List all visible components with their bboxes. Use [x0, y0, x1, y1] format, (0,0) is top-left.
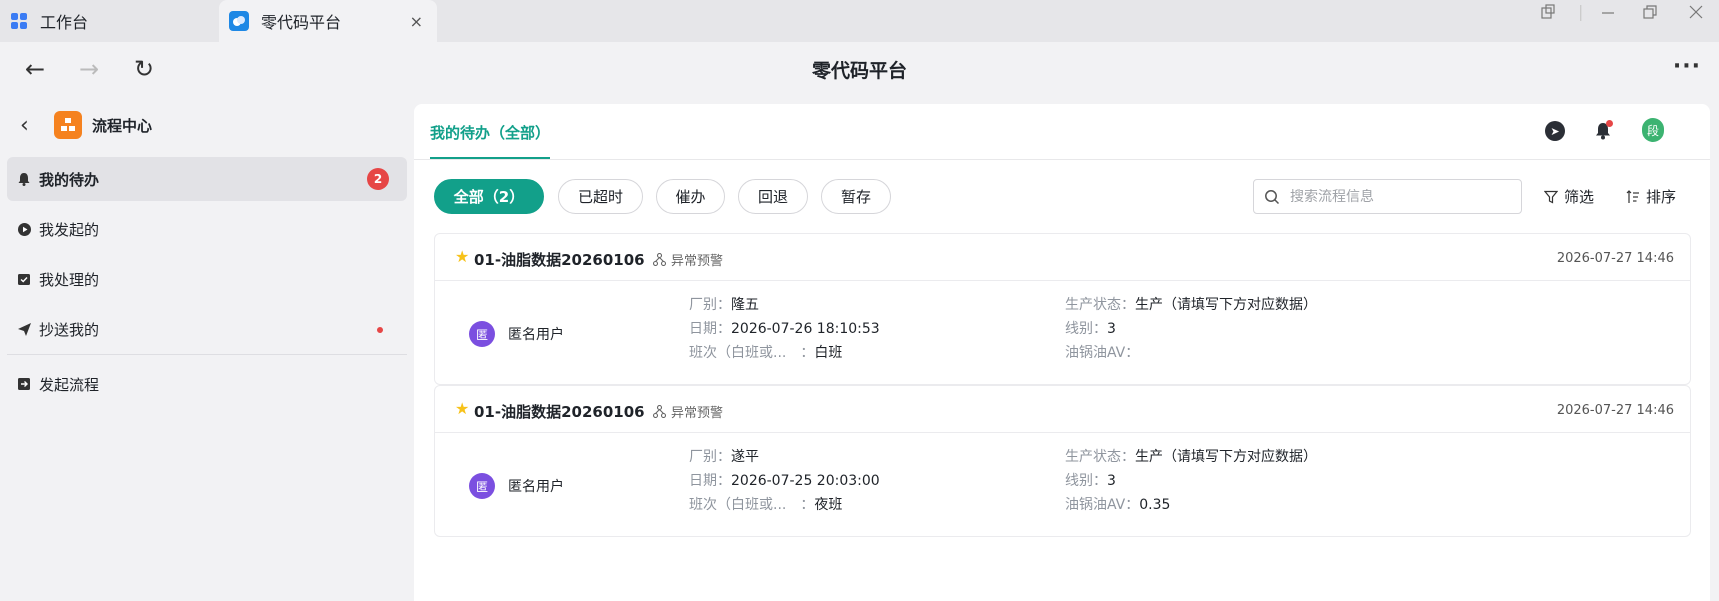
sidebar-divider: [7, 354, 407, 355]
card-header: ★ 01-油脂数据20260106 异常预警 2026-07-27 14:46: [435, 386, 1690, 433]
play-circle-icon: [17, 222, 31, 236]
filter-overdue-button[interactable]: 已超时: [558, 179, 643, 214]
flow-icon: [653, 405, 666, 418]
sidebar-item-label: 发起流程: [39, 375, 100, 394]
field-oil-av: 油锅油AV：: [1065, 345, 1140, 361]
search-icon: [1265, 189, 1280, 204]
card-timestamp: 2026-07-27 14:46: [1556, 403, 1674, 418]
submitter-name: 匿名用户: [508, 327, 564, 343]
field-line: 线别：3: [1065, 321, 1116, 337]
bell-icon: [17, 172, 31, 186]
funnel-icon: [1544, 190, 1558, 203]
filter-draft-button[interactable]: 暂存: [821, 179, 891, 214]
sort-icon: [1626, 189, 1639, 203]
card-title: 01-油脂数据20260106: [474, 251, 645, 269]
start-process-icon: [17, 377, 31, 391]
field-factory: 厂别：遂平: [689, 449, 759, 465]
sidebar-item-label: 我处理的: [39, 270, 100, 289]
sidebar-header: ‹ 流程中心: [20, 110, 152, 140]
search-box[interactable]: [1253, 179, 1522, 214]
field-line: 线别：3: [1065, 473, 1116, 489]
sidebar-title: 流程中心: [92, 116, 153, 135]
card-timestamp: 2026-07-27 14:46: [1556, 251, 1674, 266]
cloud-app-icon: [229, 11, 249, 31]
warning-tag: 异常预警: [653, 402, 723, 421]
card-title: 01-油脂数据20260106: [474, 403, 645, 421]
sidebar: ‹ 流程中心 我的待办 2 我发起的 我处理的 抄送我的 发起流程: [0, 94, 414, 601]
process-center-logo-icon: [54, 111, 82, 139]
tab-label: 零代码平台: [261, 13, 342, 32]
minimize-icon[interactable]: [1600, 4, 1616, 24]
sidebar-item-start-process[interactable]: 发起流程: [7, 362, 407, 406]
send-icon: [17, 322, 31, 336]
sidebar-item-label: 我发起的: [39, 220, 100, 239]
filter-label: 筛选: [1564, 188, 1595, 206]
field-shift: 班次（白班或... ：夜班: [689, 497, 843, 513]
window-titlebar: 工作台 零代码平台 × |: [0, 0, 1719, 42]
notification-dot: [1606, 120, 1613, 127]
submitter: 匿 匿名用户: [469, 321, 564, 347]
avatar: 匿: [469, 473, 495, 499]
submitter: 匿 匿名用户: [469, 473, 564, 499]
sidebar-item-initiated[interactable]: 我发起的: [7, 207, 407, 251]
warning-tag: 异常预警: [653, 250, 723, 269]
user-avatar[interactable]: 段: [1642, 118, 1664, 142]
card-header: ★ 01-油脂数据20260106 异常预警 2026-07-27 14:46: [435, 234, 1690, 281]
close-window-icon[interactable]: [1688, 4, 1704, 24]
todo-count-badge: 2: [367, 168, 389, 190]
notification-bell-icon[interactable]: [1592, 120, 1614, 142]
tab-label: 工作台: [40, 13, 89, 32]
calendar-check-icon: [17, 272, 31, 286]
process-card[interactable]: ★ 01-油脂数据20260106 异常预警 2026-07-27 14:46 …: [434, 385, 1691, 537]
field-production-status: 生产状态：生产（请填写下方对应数据）: [1065, 449, 1317, 465]
compass-icon[interactable]: ➤: [1544, 120, 1566, 142]
field-oil-av: 油锅油AV：0.35: [1065, 497, 1171, 513]
filter-urge-button[interactable]: 催办: [656, 179, 725, 214]
close-tab-icon[interactable]: ×: [410, 12, 423, 31]
tag-label: 异常预警: [671, 406, 724, 421]
field-date: 日期：2026-07-25 20:03:00: [689, 473, 880, 489]
filter-all-button[interactable]: 全部（2）: [434, 179, 544, 214]
restore-icon[interactable]: [1642, 4, 1658, 24]
main-panel: 我的待办（全部） ➤ 段 全部（2） 已超时 催办 回退 暂存 筛选 排序 ★ …: [414, 104, 1710, 601]
main-tab-bar: 我的待办（全部） ➤ 段: [414, 104, 1710, 160]
sidebar-item-label: 我的待办: [39, 170, 100, 189]
avatar: 匿: [469, 321, 495, 347]
sidebar-item-my-todo[interactable]: 我的待办 2: [7, 157, 407, 201]
field-shift: 班次（白班或... ：白班: [689, 345, 843, 361]
search-input[interactable]: [1290, 188, 1510, 205]
tab-my-todo-all[interactable]: 我的待办（全部）: [430, 122, 551, 159]
submitter-name: 匿名用户: [508, 479, 564, 495]
sidebar-item-label: 抄送我的: [39, 320, 100, 339]
field-date: 日期：2026-07-26 18:10:53: [689, 321, 880, 337]
grid-apps-icon: [11, 13, 27, 29]
sidebar-item-cc-me[interactable]: 抄送我的: [7, 307, 407, 351]
tab-workbench[interactable]: 工作台: [0, 0, 218, 42]
sort-label: 排序: [1646, 188, 1677, 206]
pin-window-icon[interactable]: [1540, 4, 1556, 24]
field-production-status: 生产状态：生产（请填写下方对应数据）: [1065, 297, 1317, 313]
chevron-left-icon[interactable]: ‹: [20, 113, 36, 138]
more-options-icon[interactable]: ···: [1673, 54, 1701, 79]
star-icon[interactable]: ★: [455, 399, 469, 418]
flow-icon: [653, 253, 666, 266]
sort-button[interactable]: 排序: [1626, 186, 1676, 207]
filter-returned-button[interactable]: 回退: [738, 179, 808, 214]
filter-button[interactable]: 筛选: [1544, 186, 1594, 207]
page-title: 零代码平台: [811, 60, 907, 82]
sidebar-item-handled[interactable]: 我处理的: [7, 257, 407, 301]
navigation-bar: ← → ↻ 零代码平台 ···: [0, 42, 1719, 94]
tag-label: 异常预警: [671, 254, 724, 269]
unread-dot: [377, 327, 383, 333]
tab-zero-code-platform[interactable]: 零代码平台 ×: [219, 0, 437, 42]
star-icon[interactable]: ★: [455, 247, 469, 266]
titlebar-divider: |: [1578, 2, 1584, 21]
field-factory: 厂别：隆五: [689, 297, 759, 313]
process-card[interactable]: ★ 01-油脂数据20260106 异常预警 2026-07-27 14:46 …: [434, 233, 1691, 385]
